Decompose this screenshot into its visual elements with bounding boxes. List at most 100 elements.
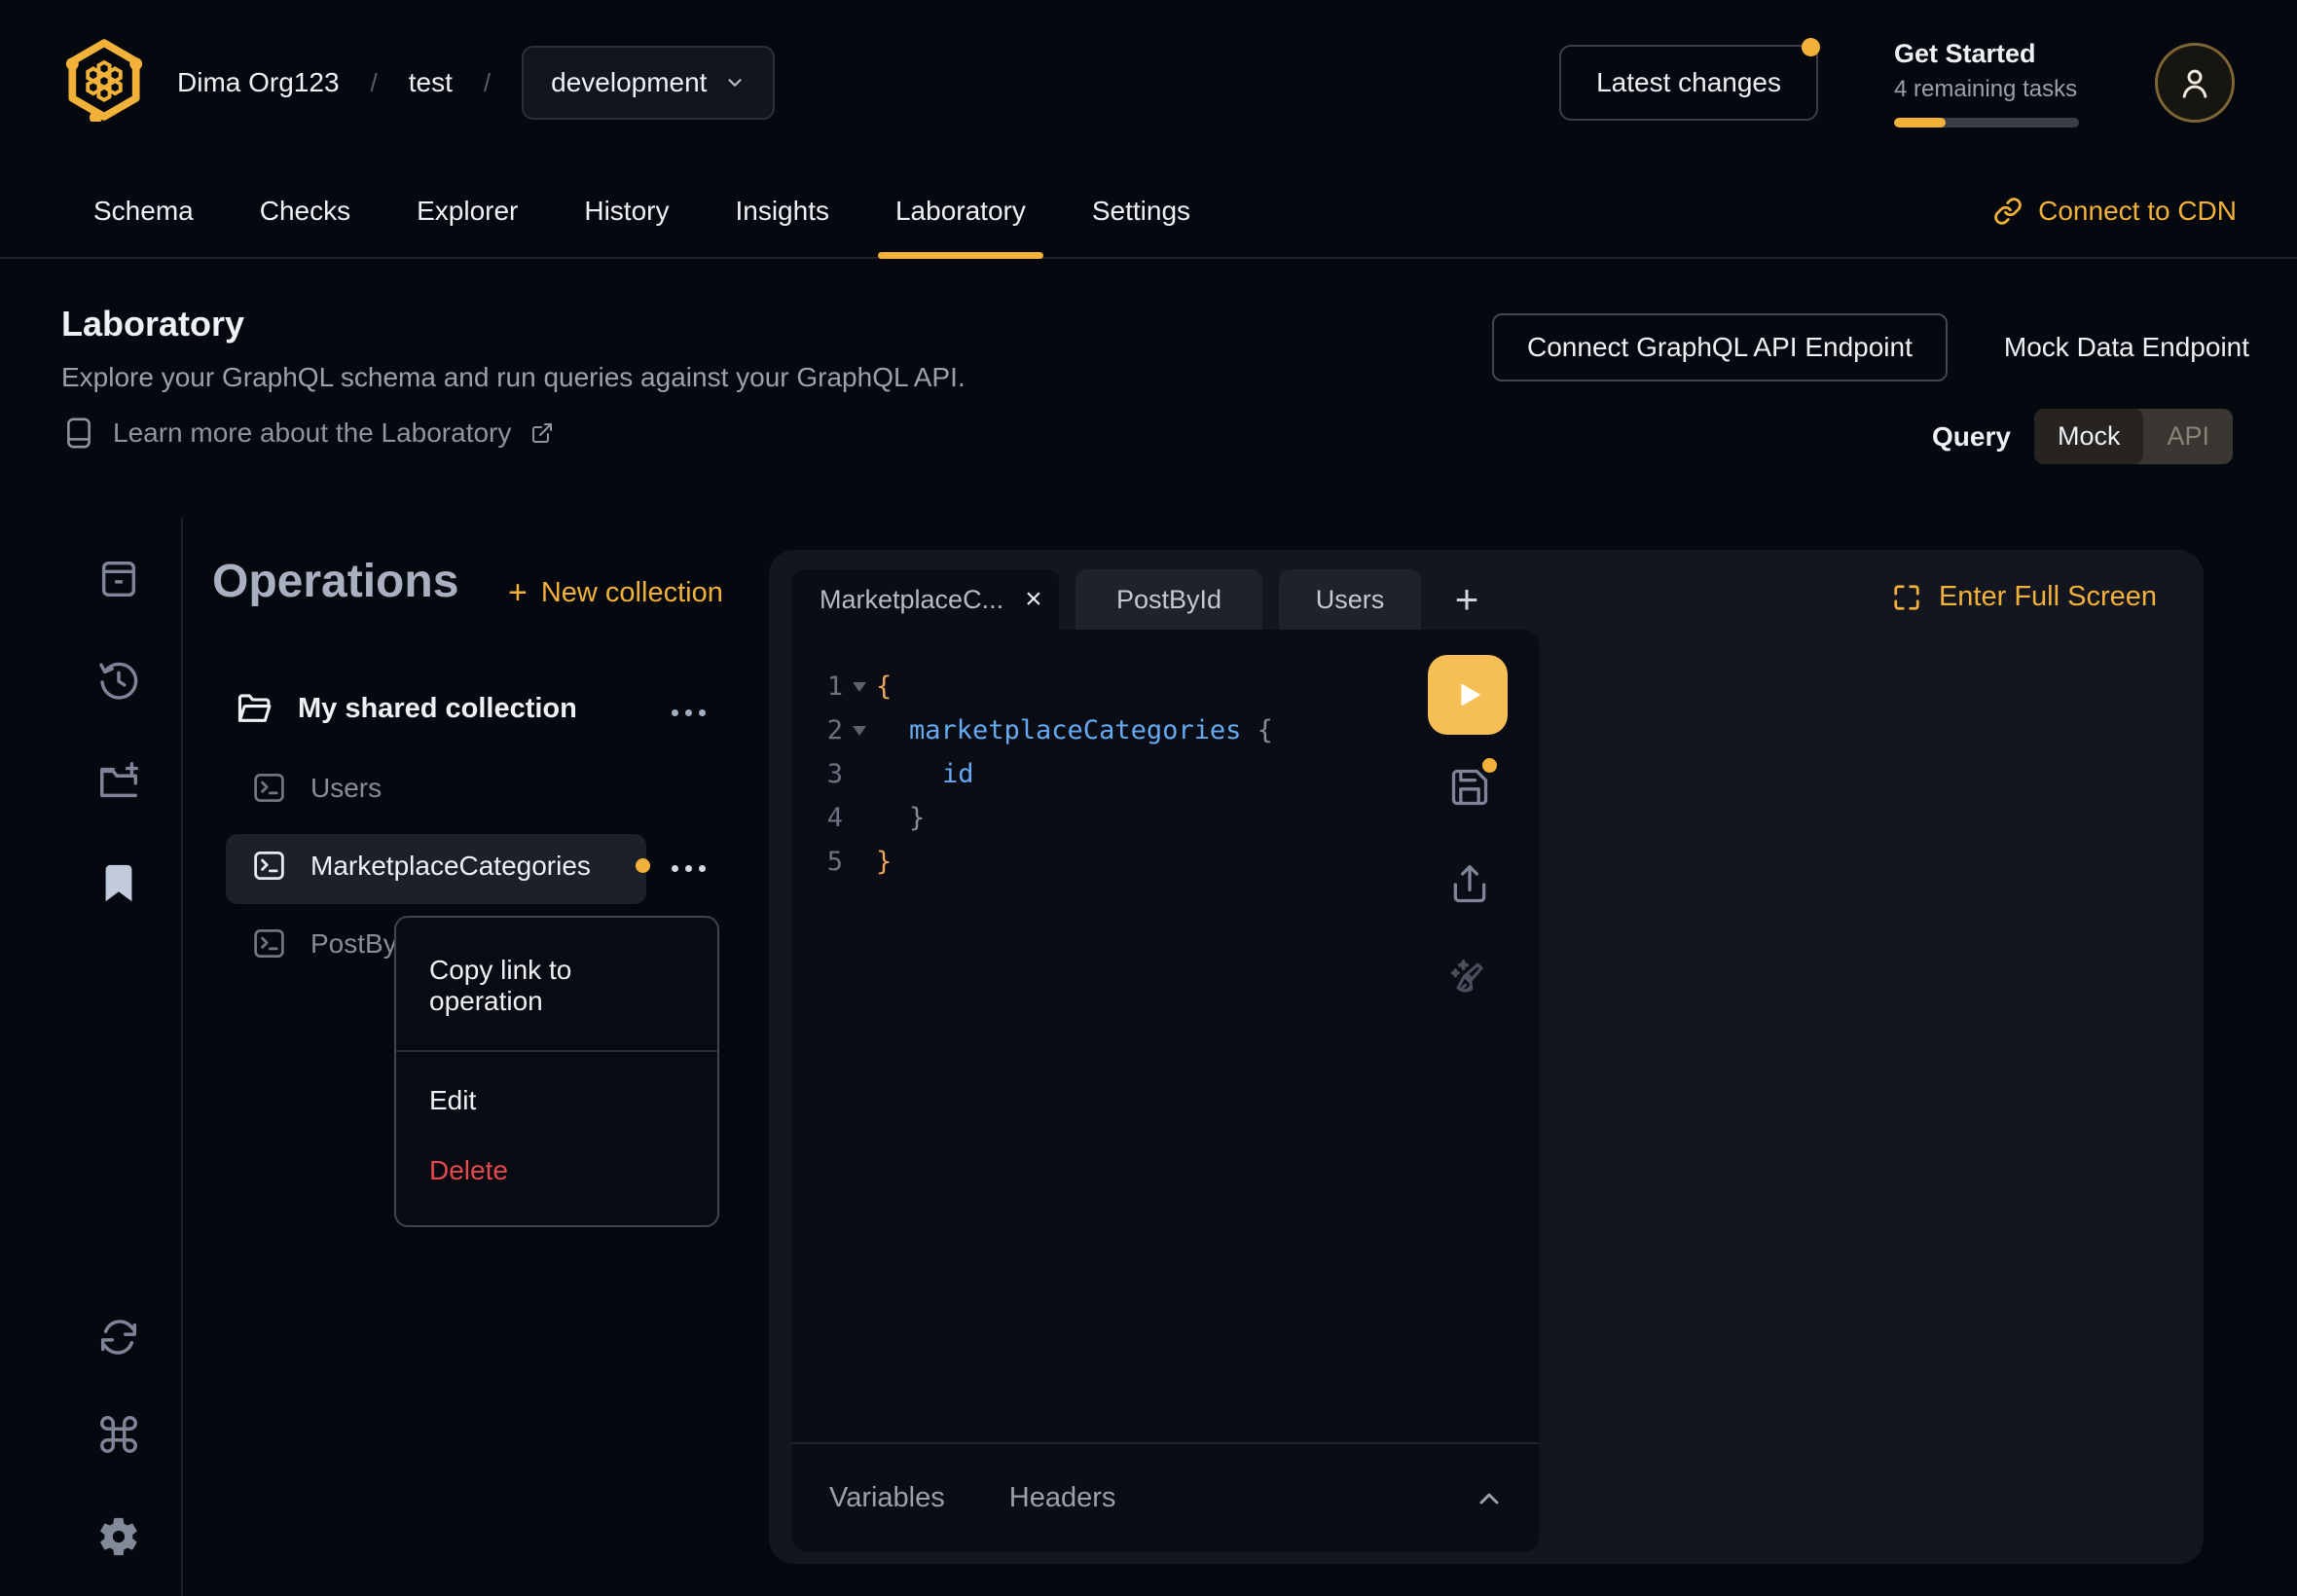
breadcrumb-separator: / xyxy=(484,68,491,98)
editor-tab-bar: MarketplaceC... × PostById Users + xyxy=(792,569,1496,630)
latest-changes-label: Latest changes xyxy=(1596,67,1781,98)
code-line[interactable]: 4 } xyxy=(792,796,1540,840)
operation-item-users[interactable]: Users xyxy=(251,770,382,806)
connect-to-cdn-link[interactable]: Connect to CDN xyxy=(1993,165,2237,257)
code-line[interactable]: 5 } xyxy=(792,840,1540,884)
play-icon xyxy=(1448,675,1487,714)
query-workbench-panel: Enter Full Screen MarketplaceC... × Post… xyxy=(769,550,2204,1564)
menu-item-delete[interactable]: Delete xyxy=(396,1132,717,1225)
tab-settings[interactable]: Settings xyxy=(1059,165,1223,257)
editor-tab-label: PostById xyxy=(1116,585,1221,615)
primary-nav: Schema Checks Explorer History Insights … xyxy=(0,165,2297,259)
settings-gear-icon[interactable] xyxy=(96,1514,141,1559)
laboratory-page: Dima Org123 / test / development Latest … xyxy=(0,0,2297,1596)
operation-item-marketplacecategories[interactable]: MarketplaceCategories xyxy=(251,848,650,884)
editor-tab-label: Users xyxy=(1316,585,1385,615)
chevron-down-icon xyxy=(724,72,746,93)
close-tab-icon[interactable]: × xyxy=(1025,583,1042,616)
headers-tab[interactable]: Headers xyxy=(1009,1482,1116,1514)
get-started-progress-fill xyxy=(1894,118,1946,127)
operations-title: Operations xyxy=(212,555,458,608)
variables-tab[interactable]: Variables xyxy=(829,1482,945,1514)
header-right: Latest changes Get Started 4 remaining t… xyxy=(1559,39,2235,127)
breadcrumb: Dima Org123 / test / development xyxy=(177,46,775,120)
documentation-box-icon[interactable] xyxy=(96,557,141,601)
command-icon[interactable] xyxy=(96,1412,141,1457)
tab-laboratory[interactable]: Laboratory xyxy=(862,165,1059,257)
share-operation-button[interactable] xyxy=(1448,863,1491,906)
editor-footer: Variables Headers xyxy=(792,1442,1540,1552)
editor-tab-marketplacecategories[interactable]: MarketplaceC... × xyxy=(792,569,1059,630)
save-operation-button[interactable] xyxy=(1448,766,1491,809)
get-started-title: Get Started xyxy=(1894,39,2079,69)
query-editor[interactable]: 1 { 2 marketplaceCategories { 3 id 4 xyxy=(792,630,1540,1552)
folder-open-icon xyxy=(236,691,274,726)
collection-more-options-icon[interactable] xyxy=(672,709,706,716)
format-code-broom-icon[interactable] xyxy=(1448,957,1491,999)
enter-fullscreen-button[interactable]: Enter Full Screen xyxy=(1892,581,2157,613)
collection-my-shared[interactable]: My shared collection xyxy=(236,691,577,726)
query-mode-mock[interactable]: Mock xyxy=(2034,409,2144,464)
operation-terminal-icon xyxy=(251,848,287,884)
editor-tab-postbyid[interactable]: PostById xyxy=(1076,569,1262,630)
connect-graphql-endpoint-button[interactable]: Connect GraphQL API Endpoint xyxy=(1492,313,1948,381)
notification-dot xyxy=(1802,38,1820,56)
fold-arrow-icon[interactable] xyxy=(843,682,876,692)
history-icon[interactable] xyxy=(96,658,141,703)
operation-label: Users xyxy=(310,773,382,804)
tab-insights[interactable]: Insights xyxy=(702,165,862,257)
tab-schema[interactable]: Schema xyxy=(60,165,227,257)
bookmark-icon[interactable] xyxy=(96,861,141,906)
code-line[interactable]: 3 id xyxy=(792,752,1540,796)
latest-changes-button[interactable]: Latest changes xyxy=(1559,45,1818,121)
query-mode-api[interactable]: API xyxy=(2143,409,2233,464)
tab-checks[interactable]: Checks xyxy=(227,165,383,257)
page-title: Laboratory xyxy=(61,304,244,345)
new-tab-button[interactable]: + xyxy=(1438,569,1496,630)
user-avatar[interactable] xyxy=(2155,43,2235,123)
unsaved-changes-dot xyxy=(636,858,650,873)
new-collection-label: New collection xyxy=(541,577,723,609)
mock-data-endpoint-button[interactable]: Mock Data Endpoint xyxy=(2004,332,2249,363)
new-collection-button[interactable]: + New collection xyxy=(508,574,723,612)
operation-context-menu: Copy link to operation Edit Delete xyxy=(394,916,719,1227)
line-number: 2 xyxy=(792,715,843,745)
code-area: 1 { 2 marketplaceCategories { 3 id 4 xyxy=(792,630,1540,884)
tab-explorer[interactable]: Explorer xyxy=(383,165,551,257)
breadcrumb-graph[interactable]: test xyxy=(409,67,453,98)
apollo-logo-icon[interactable] xyxy=(62,38,146,127)
line-number: 5 xyxy=(792,847,843,877)
fold-arrow-icon[interactable] xyxy=(843,726,876,736)
run-query-button[interactable] xyxy=(1428,655,1508,735)
editor-tab-users[interactable]: Users xyxy=(1279,569,1421,630)
variant-selector[interactable]: development xyxy=(522,46,775,120)
external-link-icon xyxy=(530,421,554,445)
line-number: 3 xyxy=(792,759,843,789)
tab-history[interactable]: History xyxy=(551,165,702,257)
link-icon xyxy=(1993,197,2023,226)
person-icon xyxy=(2175,63,2214,102)
top-header: Dima Org123 / test / development Latest … xyxy=(0,0,2297,165)
add-folder-icon[interactable] xyxy=(96,759,141,804)
get-started-widget[interactable]: Get Started 4 remaining tasks xyxy=(1894,39,2079,127)
breadcrumb-separator: / xyxy=(371,68,378,98)
menu-item-edit[interactable]: Edit xyxy=(396,1052,717,1132)
query-mode-toggle: Mock API xyxy=(2034,409,2233,464)
query-mode-row: Query Mock API xyxy=(1932,409,2233,464)
variant-selector-value: development xyxy=(551,67,707,98)
fullscreen-icon xyxy=(1892,583,1921,612)
unsaved-changes-dot xyxy=(1482,758,1497,773)
sync-icon[interactable] xyxy=(96,1315,141,1360)
editor-tab-label: MarketplaceC... xyxy=(820,585,1003,615)
breadcrumb-org[interactable]: Dima Org123 xyxy=(177,67,340,98)
get-started-progressbar xyxy=(1894,118,2079,127)
learn-more-link[interactable]: Learn more about the Laboratory xyxy=(64,417,554,450)
operation-more-options-icon[interactable] xyxy=(672,865,706,872)
collapse-panel-icon[interactable] xyxy=(1474,1483,1505,1514)
query-label: Query xyxy=(1932,421,2011,453)
operation-terminal-icon xyxy=(251,770,287,806)
endpoint-actions: Connect GraphQL API Endpoint Mock Data E… xyxy=(1492,313,2249,381)
menu-item-copy-link[interactable]: Copy link to operation xyxy=(396,918,717,1050)
line-number: 1 xyxy=(792,671,843,702)
learn-more-label: Learn more about the Laboratory xyxy=(113,417,511,449)
